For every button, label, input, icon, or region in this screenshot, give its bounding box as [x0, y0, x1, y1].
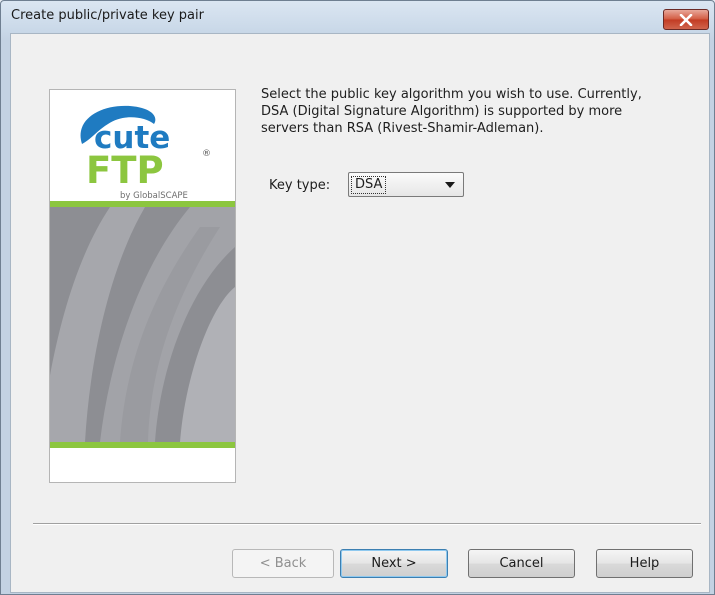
help-button[interactable]: Help — [596, 549, 693, 578]
button-separator — [33, 523, 701, 525]
back-button[interactable]: < Back — [232, 549, 334, 578]
chevron-down-icon — [445, 182, 455, 188]
title-bar[interactable]: Create public/private key pair — [1, 1, 714, 33]
logo-ftp-text: FTP — [86, 149, 164, 192]
logo-byline: by GlobalSCAPE — [120, 191, 188, 200]
cuteftp-banner: cute FTP ® by GlobalSCAPE — [49, 89, 236, 483]
close-button[interactable] — [663, 9, 709, 30]
banner-bottom — [50, 448, 235, 482]
algorithm-description: Select the public key algorithm you wish… — [261, 87, 642, 136]
close-icon — [679, 13, 693, 26]
key-type-selected-value: DSA — [351, 176, 387, 194]
window-title: Create public/private key pair — [11, 8, 204, 23]
key-type-dropdown[interactable]: DSA — [348, 172, 464, 197]
cuteftp-logo: cute FTP ® by GlobalSCAPE — [50, 90, 235, 201]
banner-art — [50, 207, 235, 442]
cancel-button[interactable]: Cancel — [468, 549, 575, 578]
key-type-label: Key type: — [269, 178, 331, 193]
dialog-client-area: cute FTP ® by GlobalSCAPE Select the pub… — [10, 33, 710, 593]
dialog-window: Create public/private key pair cute FTP … — [0, 0, 715, 595]
next-button[interactable]: Next > — [340, 549, 448, 578]
logo-registered-mark: ® — [202, 149, 211, 159]
